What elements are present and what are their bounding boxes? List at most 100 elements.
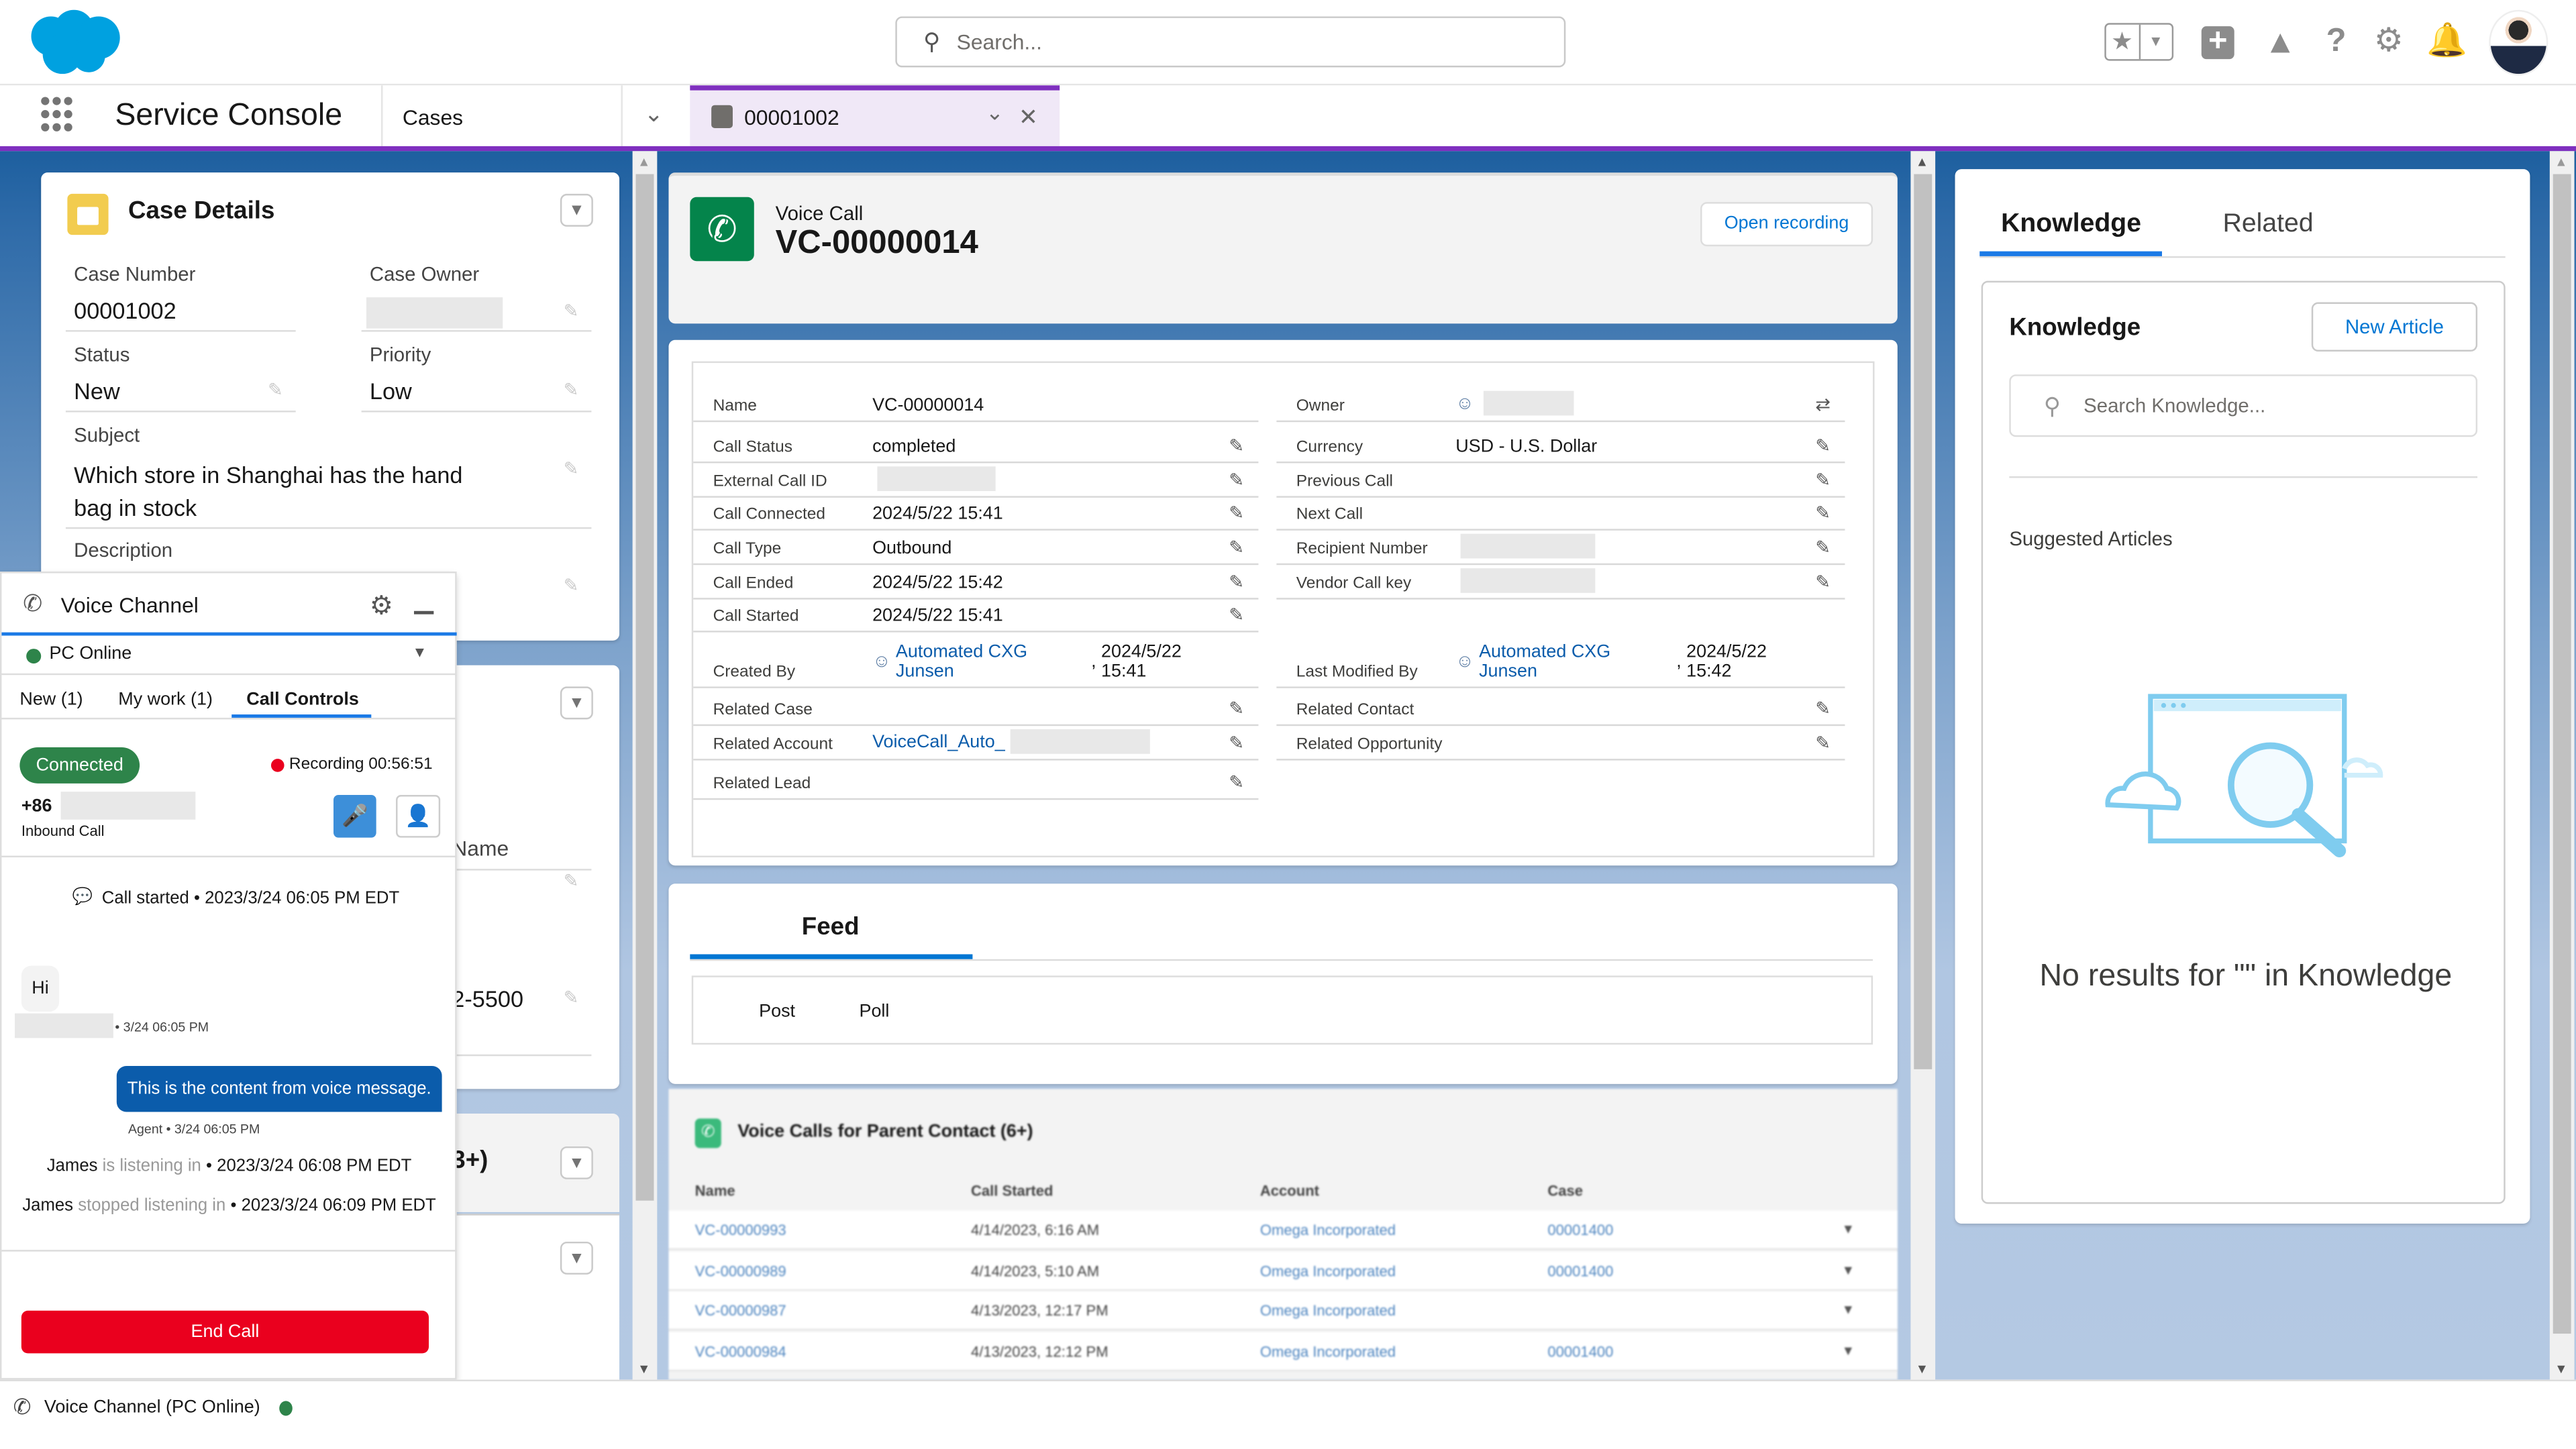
cell-name[interactable]: VC-00000993	[695, 1222, 786, 1238]
field-row: Call Ended 2024/5/22 15:42 ✎	[693, 567, 1259, 600]
field-label: Call Connected	[713, 506, 825, 525]
right-column-scrollbar[interactable]: ▲ ▼	[2549, 151, 2575, 1380]
field-label: External Call ID	[713, 473, 827, 492]
card-menu-button[interactable]: ▼	[560, 686, 593, 720]
edit-pencil-icon[interactable]: ✎	[1229, 733, 1258, 759]
voice-channel-utility-item[interactable]: ✆ Voice Channel (PC Online)	[13, 1395, 293, 1421]
change-owner-icon[interactable]: ⇄	[1815, 394, 1845, 421]
poll-action[interactable]: Poll	[859, 1002, 889, 1021]
object-tab-cases[interactable]: Cases	[403, 105, 463, 130]
edit-pencil-icon[interactable]	[1229, 415, 1258, 420]
column-header[interactable]: Call Started	[971, 1183, 1053, 1199]
app-launcher-icon[interactable]	[41, 97, 74, 133]
edit-pencil-icon[interactable]: ✎	[1229, 537, 1258, 564]
feed-tab[interactable]: Feed	[802, 913, 860, 941]
column-header[interactable]: Case	[1547, 1183, 1583, 1199]
edit-pencil-icon[interactable]: ✎	[564, 301, 579, 321]
cell-account[interactable]: Omega Incorporated	[1260, 1263, 1396, 1279]
edit-pencil-icon[interactable]: ✎	[1229, 435, 1258, 462]
edit-pencil-icon[interactable]: ✎	[1229, 572, 1258, 598]
presence-status-dropdown[interactable]: PC Online ▼	[1, 636, 457, 676]
edit-pencil-icon[interactable]: ✎	[1229, 604, 1258, 631]
description-label: Description	[74, 539, 173, 562]
related-list-title[interactable]: Voice Calls for Parent Contact (6+)	[737, 1122, 1033, 1141]
salesforce-logo[interactable]	[26, 8, 125, 75]
tab-chevron-down-icon[interactable]: ⌄	[986, 100, 1004, 126]
trailhead-icon[interactable]: ▲	[2264, 26, 2297, 59]
notifications-bell-icon[interactable]: 🔔	[2426, 25, 2467, 58]
row-actions-dropdown-icon[interactable]: ▼	[1842, 1263, 1855, 1277]
cell-case[interactable]: 00001400	[1547, 1263, 1613, 1279]
edit-pencil-icon[interactable]: ✎	[1229, 698, 1258, 724]
tab-related[interactable]: Related	[2223, 210, 2314, 239]
edit-pencil-icon[interactable]: ✎	[1229, 470, 1258, 496]
global-search-input[interactable]: ⚲ Search...	[895, 16, 1566, 68]
search-knowledge-input[interactable]: ⚲ Search Knowledge...	[2009, 374, 2478, 437]
end-call-button[interactable]: End Call	[21, 1310, 429, 1354]
mute-microphone-button[interactable]: 🎤	[333, 794, 376, 838]
cell-name[interactable]: VC-00000984	[695, 1343, 786, 1359]
edit-pencil-icon[interactable]: ✎	[1815, 502, 1845, 529]
workspace-tab-00001002[interactable]: 00001002 ⌄ ✕	[690, 85, 1060, 146]
edit-pencil-icon[interactable]: ✎	[268, 380, 283, 400]
edit-pencil-icon[interactable]: ✎	[1815, 572, 1845, 598]
close-tab-icon[interactable]: ✕	[1019, 103, 1038, 131]
edit-pencil-icon[interactable]: ✎	[564, 458, 579, 480]
tab-knowledge[interactable]: Knowledge	[2001, 210, 2141, 239]
column-header[interactable]: Account	[1260, 1183, 1319, 1199]
nav-menu-chevron-down-icon[interactable]: ⌄	[644, 100, 664, 128]
card-menu-button[interactable]: ▼	[560, 1146, 593, 1179]
transfer-call-button[interactable]: 👤	[396, 794, 441, 838]
settings-gear-icon[interactable]: ⚙	[370, 590, 393, 623]
row-actions-dropdown-icon[interactable]: ▼	[1842, 1222, 1855, 1237]
cell-account[interactable]: Omega Incorporated	[1260, 1303, 1396, 1319]
cell-account[interactable]: Omega Incorporated	[1260, 1343, 1396, 1359]
cell-name[interactable]: VC-00000987	[695, 1303, 786, 1319]
minimize-icon[interactable]	[413, 610, 434, 614]
global-create-plus-icon[interactable]: +	[2201, 25, 2234, 60]
edit-pencil-icon[interactable]: ✎	[564, 380, 579, 400]
edit-pencil-icon[interactable]: ✎	[1815, 733, 1845, 759]
field-row: Related Account VoiceCall_Auto_ ✎	[693, 728, 1259, 761]
case-details-menu-button[interactable]: ▼	[560, 193, 593, 227]
cell-account[interactable]: Omega Incorporated	[1260, 1222, 1396, 1238]
post-action[interactable]: Post	[759, 1002, 795, 1021]
left-column-scrollbar[interactable]: ▲ ▼	[632, 151, 658, 1380]
user-link[interactable]: Automated CXG Junsen	[896, 642, 1086, 682]
user-link[interactable]: Automated CXG Junsen	[1479, 642, 1671, 682]
edit-pencil-icon[interactable]: ✎	[564, 987, 579, 1008]
edit-pencil-icon[interactable]: ✎	[1815, 698, 1845, 724]
edit-pencil-icon[interactable]: ✎	[1815, 537, 1845, 564]
help-icon[interactable]: ?	[2320, 25, 2353, 58]
favorites-dropdown-icon[interactable]: ▼	[2140, 25, 2172, 59]
edit-pencil-icon[interactable]: ✎	[1815, 435, 1845, 462]
column-header[interactable]: Name	[695, 1183, 735, 1199]
edit-pencil-icon[interactable]	[1815, 682, 1845, 686]
row-actions-dropdown-icon[interactable]: ▼	[1842, 1303, 1855, 1318]
edit-pencil-icon[interactable]: ✎	[564, 871, 579, 892]
setup-gear-icon[interactable]: ⚙	[2372, 25, 2405, 58]
edit-pencil-icon[interactable]: ✎	[564, 575, 579, 596]
edit-pencil-icon[interactable]: ✎	[1815, 470, 1845, 496]
tab-call-controls[interactable]: Call Controls	[246, 690, 359, 709]
field-label: Call Started	[713, 607, 799, 626]
cell-case[interactable]: 00001400	[1547, 1222, 1613, 1238]
edit-pencil-icon[interactable]	[1229, 682, 1258, 686]
edit-pencil-icon[interactable]: ✎	[1229, 772, 1258, 798]
favorites-button[interactable]: ★ ▼	[2104, 23, 2174, 61]
tab-new[interactable]: New (1)	[19, 690, 83, 709]
field-value	[1455, 719, 1815, 724]
user-avatar-icon: ☺	[872, 651, 891, 672]
user-avatar[interactable]	[2489, 9, 2548, 76]
field-row: Related Lead ✎	[693, 767, 1259, 800]
new-article-button[interactable]: New Article	[2311, 302, 2478, 352]
tab-my-work[interactable]: My work (1)	[118, 690, 213, 709]
card-menu-button[interactable]: ▼	[560, 1241, 593, 1275]
cell-case[interactable]: 00001400	[1547, 1343, 1613, 1359]
favorites-star-icon[interactable]: ★	[2106, 24, 2140, 60]
cell-name[interactable]: VC-00000989	[695, 1263, 786, 1279]
edit-pencil-icon[interactable]: ✎	[1229, 502, 1258, 529]
open-recording-button[interactable]: Open recording	[1700, 202, 1873, 247]
row-actions-dropdown-icon[interactable]: ▼	[1842, 1343, 1855, 1358]
middle-column-scrollbar[interactable]: ▲ ▼	[1910, 151, 1936, 1380]
